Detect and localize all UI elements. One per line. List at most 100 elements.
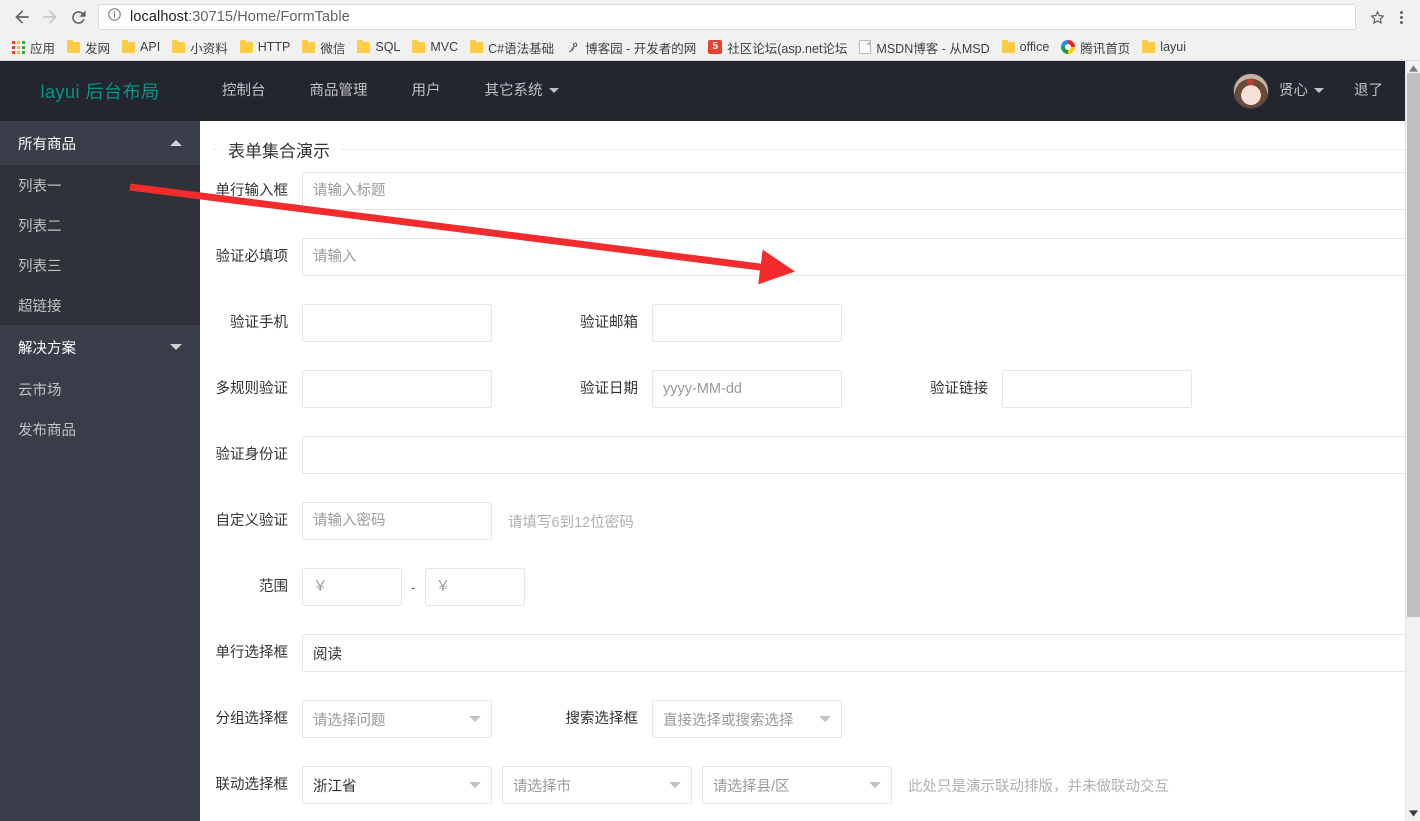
sidebar-item-list-1[interactable]: 列表一 — [0, 165, 200, 205]
folder-icon — [172, 39, 186, 53]
scrollbar-thumb[interactable] — [1407, 73, 1420, 617]
label-range: 范围 — [259, 579, 288, 595]
bookmark-item[interactable]: SQL — [351, 36, 406, 58]
bookmark-label: 博客园 - 开发者的网 — [585, 41, 697, 56]
bookmark-label: C#语法基础 — [488, 41, 555, 56]
form-row-idcard: 验证身份证 — [212, 430, 1405, 480]
link-field[interactable] — [1002, 370, 1192, 408]
bookmark-item[interactable]: 小资料 — [166, 36, 234, 58]
label-multi-rule: 多规则验证 — [215, 381, 289, 397]
bookmark-item[interactable]: 博客园 - 开发者的网 — [560, 36, 702, 58]
main-content: 表单集合演示 单行输入框 验证必填项 验证手机 验证邮箱 — [200, 121, 1405, 821]
cnblogs-icon — [566, 41, 580, 54]
form-row-single-input: 单行输入框 — [212, 166, 1405, 216]
custom-password-field[interactable] — [302, 502, 492, 540]
chevron-down-icon — [819, 716, 831, 722]
city-value: 请选择市 — [513, 778, 571, 795]
multi-rule-field[interactable] — [302, 370, 492, 408]
bookmark-item[interactable]: 腾讯首页 — [1055, 36, 1136, 58]
folder-icon — [357, 39, 371, 53]
search-select[interactable]: 直接选择或搜索选择 — [652, 700, 842, 738]
sidebar-group-label: 解决方案 — [18, 340, 76, 357]
page-info-icon[interactable] — [107, 7, 122, 27]
email-field[interactable] — [652, 304, 842, 342]
user-avatar[interactable] — [1233, 73, 1269, 109]
district-value: 请选择县/区 — [713, 778, 790, 795]
user-menu[interactable]: 贤心 — [1279, 61, 1328, 121]
bookmark-item[interactable]: MVC — [406, 36, 464, 58]
nav-item-console[interactable]: 控制台 — [200, 61, 288, 121]
site-logo[interactable]: layui 后台布局 — [0, 78, 200, 104]
sidebar-item-publish-goods[interactable]: 发布商品 — [0, 409, 200, 449]
cascade-select-district[interactable]: 请选择县/区 — [702, 766, 892, 804]
sidebar-item-hyperlink[interactable]: 超链接 — [0, 285, 200, 325]
logout-button[interactable]: 退了 — [1328, 61, 1383, 121]
required-field[interactable] — [302, 238, 1405, 276]
form-row-phone-email: 验证手机 验证邮箱 — [212, 298, 1405, 348]
forward-arrow-icon[interactable] — [36, 3, 64, 31]
bookmark-item[interactable]: 5 社区论坛(asp.net论坛 — [702, 36, 853, 58]
date-field[interactable] — [652, 370, 842, 408]
top-navigation-bar: layui 后台布局 控制台 商品管理 用户 其它系统 贤心 退了 — [0, 61, 1405, 121]
chevron-down-icon — [170, 344, 182, 350]
sidebar-group-solutions[interactable]: 解决方案 — [0, 325, 200, 369]
bookmark-item[interactable]: office — [996, 36, 1056, 58]
bookmark-item[interactable]: 微信 — [296, 36, 351, 58]
bookmark-item[interactable]: layui — [1136, 36, 1192, 58]
form-row-single-select: 单行选择框 阅读 — [212, 628, 1405, 678]
bookmark-item[interactable]: C#语法基础 — [464, 36, 560, 58]
sidebar-submenu-all-goods: 列表一 列表二 列表三 超链接 — [0, 165, 200, 325]
sidebar-item-cloud-market[interactable]: 云市场 — [0, 369, 200, 409]
url-text: localhost:30715/Home/FormTable — [130, 9, 350, 25]
nav-item-label: 商品管理 — [309, 83, 368, 99]
idcard-field[interactable] — [302, 436, 1405, 474]
bookmark-star-icon[interactable] — [1364, 4, 1390, 30]
single-input-field[interactable] — [302, 172, 1405, 210]
nav-item-user[interactable]: 用户 — [390, 61, 463, 121]
sidebar-item-list-2[interactable]: 列表二 — [0, 205, 200, 245]
chevron-down-icon — [1314, 88, 1324, 93]
back-arrow-icon[interactable] — [8, 3, 36, 31]
logout-label: 退了 — [1354, 83, 1383, 99]
form-body: 单行输入框 验证必填项 验证手机 验证邮箱 多规则验证 — [212, 162, 1405, 821]
three-dot-menu-icon[interactable] — [1390, 4, 1412, 30]
page-scrollbar[interactable] — [1405, 61, 1420, 821]
folder-icon — [1001, 39, 1015, 53]
bookmark-item[interactable]: HTTP — [234, 36, 297, 58]
form-row-cascade-select: 联动选择框 浙江省 请选择市 请选择县/区 此处只是演示联动排版，并未做联动交互 — [212, 760, 1405, 810]
sidebar-group-label: 所有商品 — [18, 136, 76, 153]
group-select[interactable]: 请选择问题 — [302, 700, 492, 738]
label-single-input: 单行输入框 — [215, 183, 289, 199]
range-to-field[interactable] — [424, 568, 525, 606]
label-custom: 自定义验证 — [215, 513, 289, 529]
single-select[interactable]: 阅读 — [302, 634, 1405, 672]
sidebar-item-label: 云市场 — [18, 382, 62, 399]
form-row-group-search-select: 分组选择框 请选择问题 搜索选择框 直接选择或搜索选择 — [212, 694, 1405, 744]
bookmark-item[interactable]: MSDN博客 - 从MSD — [853, 36, 995, 58]
cascade-select-city[interactable]: 请选择市 — [502, 766, 692, 804]
range-from-field[interactable] — [302, 568, 402, 606]
bookmark-item[interactable]: API — [116, 36, 166, 58]
nav-item-goods[interactable]: 商品管理 — [288, 61, 390, 121]
sidebar-group-all-goods[interactable]: 所有商品 — [0, 121, 200, 165]
scroll-down-arrow[interactable] — [1406, 806, 1420, 821]
bookmark-apps[interactable]: 应用 — [6, 36, 61, 58]
bookmark-item[interactable]: 发网 — [61, 36, 116, 58]
chevron-up-icon — [170, 140, 182, 146]
bookmark-label: 社区论坛(asp.net论坛 — [727, 41, 848, 56]
reload-icon[interactable] — [64, 3, 92, 31]
nav-item-label: 用户 — [411, 83, 441, 99]
bookmark-label: 发网 — [85, 41, 111, 56]
nav-item-other-systems[interactable]: 其它系统 — [463, 61, 581, 121]
folder-icon — [1142, 39, 1156, 53]
phone-field[interactable] — [302, 304, 492, 342]
qq-icon — [1061, 40, 1076, 54]
folder-icon — [122, 39, 136, 53]
folder-icon — [239, 39, 253, 53]
sidebar-item-list-3[interactable]: 列表三 — [0, 245, 200, 285]
search-select-value: 直接选择或搜索选择 — [663, 712, 794, 729]
chevron-down-icon — [869, 782, 881, 788]
top-nav-right: 贤心 退了 — [1233, 61, 1405, 121]
address-bar[interactable]: localhost:30715/Home/FormTable — [98, 4, 1356, 30]
cascade-select-province[interactable]: 浙江省 — [302, 766, 492, 804]
